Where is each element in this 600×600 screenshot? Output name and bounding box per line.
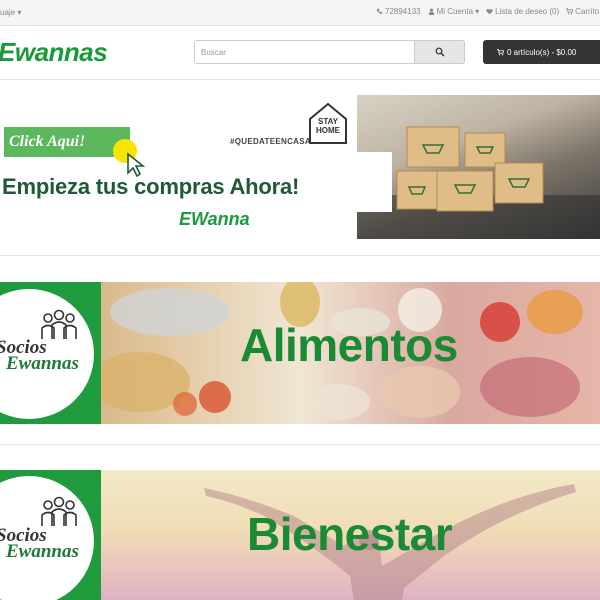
language-label: uaje bbox=[0, 8, 16, 17]
site-header: Ewannas 0 artículo(s) - $0.00 bbox=[0, 27, 600, 79]
search-input[interactable] bbox=[195, 41, 414, 63]
account-label: Mi Cuenta bbox=[436, 7, 474, 16]
cart-link-label: Carrito de bbox=[575, 7, 600, 16]
top-bar: uaje ▾ 72894133 Mi Cuenta ▾ Lista de des… bbox=[0, 0, 600, 26]
people-icon bbox=[41, 496, 77, 526]
alimentos-title: Alimentos bbox=[240, 319, 458, 371]
brand-mark: EWanna bbox=[179, 209, 250, 229]
boxes-illustration bbox=[357, 126, 600, 239]
partner-badge-text: Socios Ewannas bbox=[0, 338, 79, 374]
promo-headline: Empieza tus compras Ahora! bbox=[2, 174, 300, 199]
divider bbox=[0, 255, 600, 256]
wishlist-link[interactable]: Lista de deseo (0) bbox=[486, 7, 559, 16]
phone-icon bbox=[376, 8, 383, 14]
stay-home-badge: STAY HOME bbox=[307, 101, 349, 145]
divider bbox=[0, 79, 600, 80]
pointer-cursor-icon bbox=[113, 139, 146, 177]
badge-line-2: Ewannas bbox=[6, 353, 79, 374]
user-icon bbox=[428, 8, 434, 15]
hashtag-label: #QUEDATEENCASA bbox=[230, 137, 311, 146]
site-logo[interactable]: Ewannas bbox=[0, 37, 108, 68]
caret-down-icon: ▾ bbox=[475, 7, 480, 16]
caret-down-icon: ▾ bbox=[17, 8, 22, 17]
cart-button[interactable]: 0 artículo(s) - $0.00 bbox=[483, 40, 600, 64]
wishlist-label: Lista de deseo (0) bbox=[495, 7, 560, 16]
promo-banner[interactable]: EWanna Click Aqui! #QUEDATEENCASA STAY H… bbox=[0, 95, 600, 239]
account-menu[interactable]: Mi Cuenta ▾ bbox=[428, 7, 479, 16]
cart-summary: 0 artículo(s) - $0.00 bbox=[507, 47, 577, 57]
phone-number: 72894133 bbox=[385, 7, 421, 16]
cart-link[interactable]: Carrito de bbox=[566, 7, 600, 16]
search-icon bbox=[435, 47, 445, 57]
search-bar bbox=[194, 40, 465, 64]
shopping-boxes-photo bbox=[357, 95, 600, 239]
top-links: 72894133 Mi Cuenta ▾ Lista de deseo (0) … bbox=[376, 7, 600, 16]
partner-badge-text: Socios Ewannas bbox=[0, 526, 79, 562]
badge-line-2: Ewannas bbox=[6, 541, 79, 562]
bienestar-title: Bienestar bbox=[247, 508, 453, 560]
divider bbox=[0, 444, 600, 445]
search-button[interactable] bbox=[414, 41, 464, 63]
language-selector[interactable]: uaje ▾ bbox=[0, 8, 21, 17]
shopping-cart-icon bbox=[566, 8, 574, 15]
heart-icon bbox=[486, 9, 493, 15]
shopping-cart-icon bbox=[497, 48, 504, 55]
stay-home-label: STAY HOME bbox=[316, 117, 340, 135]
phone-link[interactable]: 72894133 bbox=[376, 7, 421, 16]
